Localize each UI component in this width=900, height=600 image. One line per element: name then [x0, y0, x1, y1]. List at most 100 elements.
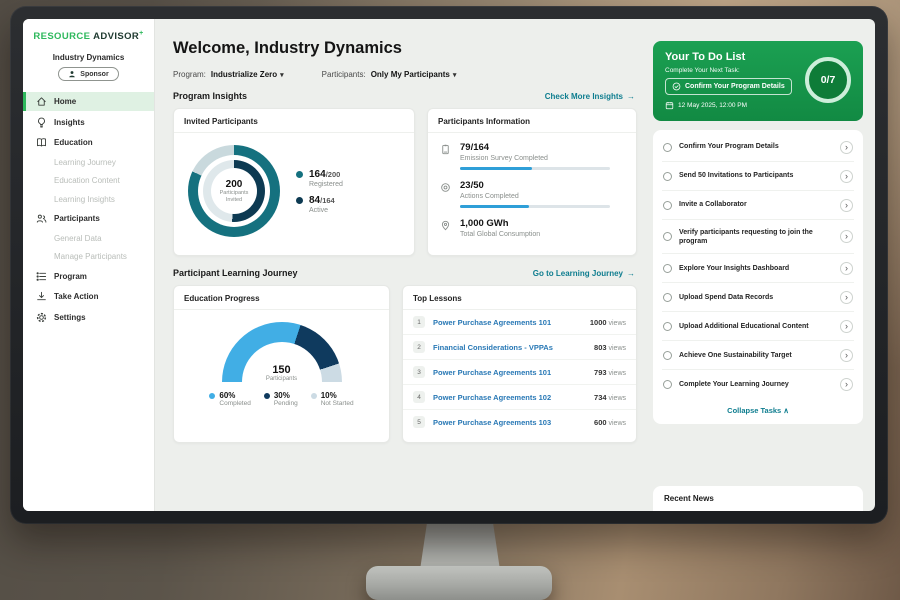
learning-journey-cards: Education Progress 150 Participants: [173, 285, 637, 443]
sidebar-item-home[interactable]: Home: [23, 92, 154, 111]
task-row[interactable]: Complete Your Learning Journey ›: [662, 370, 854, 398]
chevron-down-icon: ▾: [280, 71, 284, 79]
task-checkbox[interactable]: [663, 201, 672, 210]
lesson-row[interactable]: 4 Power Purchase Agreements 102 734 view…: [403, 385, 636, 410]
lesson-link[interactable]: Power Purchase Agreements 103: [433, 418, 586, 427]
gear-icon: [36, 312, 47, 323]
sidebar-item-learning-journey[interactable]: Learning Journey: [23, 154, 154, 171]
task-row[interactable]: Confirm Your Program Details ›: [662, 133, 854, 162]
lesson-link[interactable]: Financial Considerations - VPPAs: [433, 343, 586, 352]
org-name: Industry Dynamics: [23, 53, 154, 62]
top-lessons-title: Top Lessons: [403, 286, 636, 310]
calendar-icon: [665, 101, 674, 110]
task-row[interactable]: Achieve One Sustainability Target ›: [662, 341, 854, 370]
sidebar-item-general-data[interactable]: General Data: [23, 230, 154, 247]
person-icon: [68, 70, 76, 78]
emission-progress-bar: [460, 167, 610, 170]
lesson-row[interactable]: 2 Financial Considerations - VPPAs 803 v…: [403, 335, 636, 360]
lesson-link[interactable]: Power Purchase Agreements 101: [433, 318, 582, 327]
info-progress-fill: [460, 167, 532, 170]
legend-pending: 30%Pending: [264, 391, 298, 407]
sidebar-item-insights[interactable]: Insights: [23, 113, 154, 132]
participants-filter: Participants: Only My Participants ▾: [322, 70, 457, 79]
gauge-center-label: Participants: [222, 376, 342, 382]
donut-center-value: 200: [226, 179, 243, 190]
check-more-insights-link[interactable]: Check More Insights →: [545, 92, 635, 101]
task-row[interactable]: Invite a Collaborator ›: [662, 191, 854, 220]
check-circle-icon: [672, 82, 681, 91]
chevron-right-icon[interactable]: ›: [840, 320, 853, 333]
sidebar-item-learning-insights[interactable]: Learning Insights: [23, 191, 154, 208]
task-checkbox[interactable]: [663, 380, 672, 389]
monitor-stand-neck: [420, 516, 500, 570]
program-insights-cards: Invited Participants 200 Participants In…: [173, 108, 637, 256]
chevron-right-icon[interactable]: ›: [840, 291, 853, 304]
gauge-center-value: 150: [222, 364, 342, 376]
lesson-row[interactable]: 1 Power Purchase Agreements 101 1000 vie…: [403, 310, 636, 335]
sidebar-item-manage-participants[interactable]: Manage Participants: [23, 248, 154, 265]
next-task-pill[interactable]: Confirm Your Program Details: [665, 78, 792, 95]
arrow-right-icon: →: [627, 92, 635, 101]
sidebar-item-take-action[interactable]: Take Action: [23, 287, 154, 306]
task-row[interactable]: Send 50 Invitations to Participants ›: [662, 162, 854, 191]
logo-resource: RESOURCE: [33, 31, 90, 42]
task-row[interactable]: Upload Additional Educational Content ›: [662, 312, 854, 341]
download-icon: [36, 291, 47, 302]
legend-not-started: 10%Not Started: [311, 391, 354, 407]
task-checkbox[interactable]: [663, 232, 672, 241]
go-to-learning-journey-link[interactable]: Go to Learning Journey →: [533, 269, 635, 278]
sidebar: RESOURCE ADVISOR+ Industry Dynamics Spon…: [23, 19, 155, 511]
task-checkbox[interactable]: [663, 351, 672, 360]
task-checkbox[interactable]: [663, 264, 672, 273]
target-icon: [440, 182, 451, 193]
task-checkbox[interactable]: [663, 143, 672, 152]
education-gauge-chart: 150 Participants: [222, 322, 342, 382]
chevron-right-icon[interactable]: ›: [840, 170, 853, 183]
lesson-rank: 4: [413, 391, 425, 403]
sidebar-nav: Home Insights Education Learning Journey…: [23, 92, 154, 327]
background-scene: RESOURCE ADVISOR+ Industry Dynamics Spon…: [0, 0, 900, 600]
list-icon: [36, 271, 47, 282]
sidebar-item-settings[interactable]: Settings: [23, 308, 154, 327]
todo-panel: Your To Do List Complete Your Next Task:…: [651, 19, 875, 511]
lesson-row[interactable]: 5 Power Purchase Agreements 103 600 view…: [403, 410, 636, 434]
program-filter-dropdown[interactable]: Industrialize Zero ▾: [211, 70, 284, 79]
chevron-right-icon[interactable]: ›: [840, 378, 853, 391]
invited-card-title: Invited Participants: [174, 109, 414, 133]
emission-survey-row: 79/164 Emission Survey Completed: [440, 142, 624, 170]
chevron-right-icon[interactable]: ›: [840, 199, 853, 212]
sidebar-item-participants[interactable]: Participants: [23, 209, 154, 228]
task-row[interactable]: Verify participants requesting to join t…: [662, 220, 854, 254]
task-checkbox[interactable]: [663, 172, 672, 181]
sponsor-badge[interactable]: Sponsor: [58, 67, 118, 81]
top-lessons-card: Top Lessons 1 Power Purchase Agreements …: [402, 285, 637, 443]
chevron-right-icon[interactable]: ›: [840, 141, 853, 154]
chevron-right-icon[interactable]: ›: [840, 349, 853, 362]
lesson-rank: 1: [413, 316, 425, 328]
lesson-row[interactable]: 3 Power Purchase Agreements 101 793 view…: [403, 360, 636, 385]
collapse-tasks-link[interactable]: Collapse Tasks ∧: [662, 398, 854, 424]
task-row[interactable]: Upload Spend Data Records ›: [662, 283, 854, 312]
participants-filter-dropdown[interactable]: Only My Participants ▾: [371, 70, 457, 79]
task-checkbox[interactable]: [663, 322, 672, 331]
task-row[interactable]: Explore Your Insights Dashboard ›: [662, 254, 854, 283]
recent-news-card: Recent News: [653, 486, 863, 511]
sidebar-item-education[interactable]: Education: [23, 133, 154, 152]
program-filter: Program: Industrialize Zero ▾: [173, 70, 284, 79]
clipboard-icon: [440, 144, 451, 155]
lesson-link[interactable]: Power Purchase Agreements 102: [433, 393, 586, 402]
task-checkbox[interactable]: [663, 293, 672, 302]
monitor-frame: RESOURCE ADVISOR+ Industry Dynamics Spon…: [10, 6, 888, 524]
people-icon: [36, 213, 47, 224]
sidebar-item-program[interactable]: Program: [23, 267, 154, 286]
sidebar-item-education-content[interactable]: Education Content: [23, 172, 154, 189]
logo-plus: +: [139, 30, 144, 37]
legend-dot: [296, 197, 303, 204]
todo-summary-card: Your To Do List Complete Your Next Task:…: [653, 41, 863, 121]
chevron-right-icon[interactable]: ›: [840, 262, 853, 275]
consumption-row: 1,000 GWh Total Global Consumption: [440, 218, 624, 238]
lesson-rank: 3: [413, 366, 425, 378]
lightbulb-icon: [36, 117, 47, 128]
chevron-right-icon[interactable]: ›: [840, 230, 853, 243]
lesson-link[interactable]: Power Purchase Agreements 101: [433, 368, 586, 377]
